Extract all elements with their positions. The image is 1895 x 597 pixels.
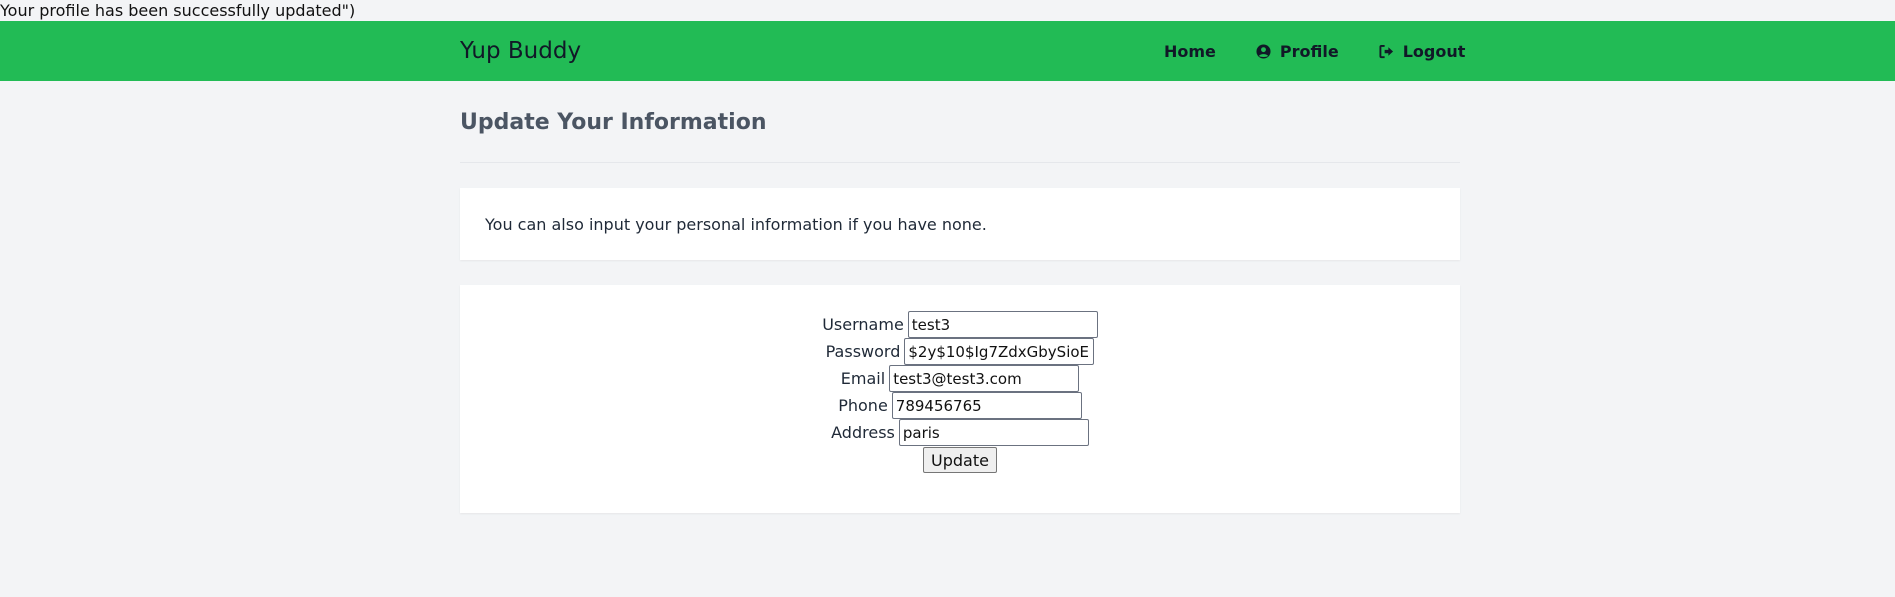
phone-input[interactable] — [891, 392, 1082, 419]
update-form: Username Password Email Phone Address Up… — [460, 285, 1460, 513]
page-title: Update Your Information — [460, 110, 767, 135]
brand-title[interactable]: Yup Buddy — [460, 21, 581, 81]
password-input[interactable] — [904, 338, 1095, 365]
nav-home-label: Home — [1164, 41, 1216, 61]
info-card: You can also input your personal informa… — [460, 188, 1460, 260]
nav-profile-label: Profile — [1279, 41, 1339, 61]
phone-row: Phone — [838, 392, 1082, 419]
navbar: Yup Buddy Home Profile Logout — [0, 21, 1895, 81]
address-input[interactable] — [898, 419, 1089, 446]
flash-message: Your profile has been successfully updat… — [0, 1, 356, 20]
username-label: Username — [822, 315, 904, 334]
update-button[interactable]: Update — [923, 447, 997, 473]
email-label: Email — [840, 369, 886, 388]
password-label: Password — [825, 342, 901, 361]
username-row: Username — [822, 311, 1098, 338]
user-circle-icon — [1256, 43, 1271, 59]
password-row: Password — [826, 338, 1095, 365]
address-label: Address — [831, 423, 895, 442]
phone-label: Phone — [838, 396, 888, 415]
main-content: Update Your Information You can also inp… — [460, 81, 1460, 513]
divider — [460, 162, 1460, 163]
email-row: Email — [840, 365, 1080, 392]
sign-out-icon — [1379, 44, 1393, 58]
address-row: Address — [831, 419, 1089, 446]
nav-profile-link[interactable]: Profile — [1256, 42, 1339, 61]
nav-home-link[interactable]: Home — [1164, 42, 1216, 61]
username-input[interactable] — [907, 311, 1098, 338]
nav-logout-link[interactable]: Logout — [1379, 41, 1466, 61]
email-input[interactable] — [889, 365, 1080, 392]
info-text: You can also input your personal informa… — [485, 214, 987, 234]
nav-logout-label: Logout — [1402, 41, 1466, 61]
main-nav: Home Profile Logout — [1164, 21, 1465, 81]
